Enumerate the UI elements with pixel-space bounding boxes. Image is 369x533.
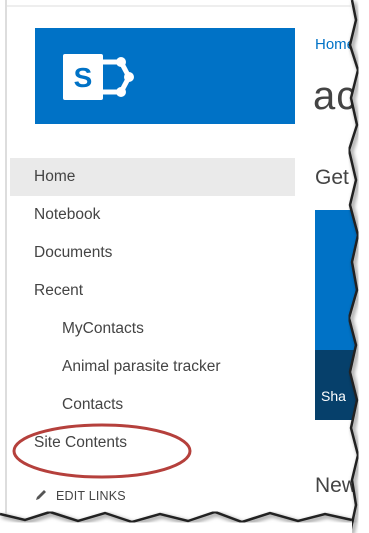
- pencil-icon: [36, 490, 46, 500]
- nav-item-mycontacts[interactable]: MyContacts: [10, 310, 295, 348]
- edit-links-label: EDIT LINKS: [56, 489, 126, 503]
- share-tile-label: Sha: [321, 388, 346, 404]
- nav-item-documents[interactable]: Documents: [10, 234, 295, 272]
- nav-item-animal-parasite-tracker[interactable]: Animal parasite tracker: [10, 348, 295, 386]
- nav-item-notebook[interactable]: Notebook: [10, 196, 295, 234]
- nav-item-contacts[interactable]: Contacts: [10, 386, 295, 424]
- breadcrumb[interactable]: Home: [315, 36, 355, 53]
- sharepoint-logo-icon: S: [63, 54, 134, 100]
- sharepoint-page: S Home Notebook Documents Recent MyConta…: [10, 8, 358, 520]
- page-title: ac: [313, 74, 358, 118]
- share-site-tile[interactable]: Sha: [315, 350, 358, 420]
- svg-text:S: S: [74, 62, 93, 93]
- nav-item-site-contents[interactable]: Site Contents: [10, 424, 295, 462]
- get-started-heading: Get: [315, 166, 349, 189]
- getting-started-tile[interactable]: [315, 210, 358, 350]
- nav-item-recent[interactable]: Recent: [10, 272, 295, 310]
- newsfeed-heading: New: [315, 474, 358, 497]
- sharepoint-logo[interactable]: S: [35, 28, 295, 124]
- edit-links-button[interactable]: EDIT LINKS: [34, 485, 126, 507]
- quick-launch-nav: Home Notebook Documents Recent MyContact…: [10, 158, 295, 462]
- nav-item-home[interactable]: Home: [10, 158, 295, 196]
